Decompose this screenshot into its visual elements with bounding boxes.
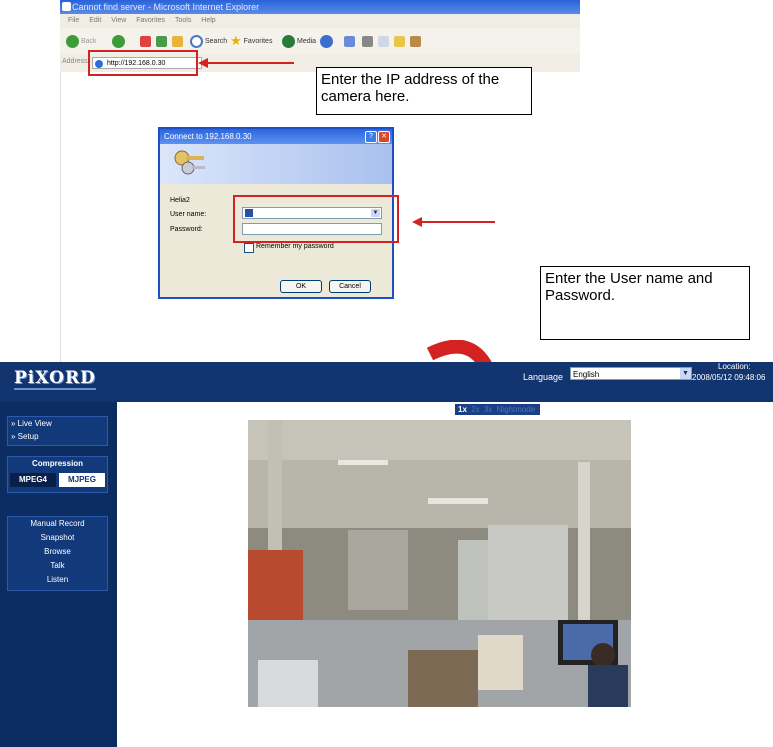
arrow-line bbox=[421, 221, 495, 223]
back-button[interactable]: Back bbox=[66, 34, 97, 48]
dialog-realm: Helia2 bbox=[170, 197, 190, 204]
search-icon bbox=[190, 34, 203, 48]
browser-title-bar: Cannot find server - Microsoft Internet … bbox=[60, 0, 580, 14]
forward-arrow-icon bbox=[112, 34, 125, 48]
media-label: Media bbox=[297, 37, 317, 45]
zoom-links: 1x 2x 3x Nightmode bbox=[455, 404, 541, 415]
cancel-button[interactable]: Cancel bbox=[329, 280, 371, 293]
ip-callout-text: Enter the IP address of the camera here. bbox=[321, 71, 500, 105]
menu-edit[interactable]: Edit bbox=[89, 17, 101, 24]
app-header: PiXORD Language English ▼ Location: 2008… bbox=[0, 362, 773, 402]
close-icon[interactable]: ✕ bbox=[378, 131, 390, 143]
home-icon[interactable] bbox=[172, 36, 183, 47]
menu-tools[interactable]: Tools bbox=[175, 17, 191, 24]
print-icon[interactable] bbox=[362, 36, 373, 47]
edit-icon[interactable] bbox=[378, 36, 389, 47]
browser-title: Cannot find server - Microsoft Internet … bbox=[72, 2, 260, 12]
forward-button[interactable] bbox=[112, 34, 125, 48]
media-button[interactable]: Media bbox=[282, 34, 316, 48]
refresh-icon[interactable] bbox=[156, 36, 167, 47]
dialog-title-bar: Connect to 192.168.0.30 ? ✕ bbox=[160, 129, 392, 144]
password-label: Password: bbox=[170, 226, 203, 233]
live-video-feed[interactable] bbox=[248, 420, 631, 707]
zoom-1x-link[interactable]: 1x bbox=[458, 405, 467, 414]
remember-checkbox[interactable] bbox=[244, 243, 254, 253]
zoom-2x-link[interactable]: 2x bbox=[471, 405, 479, 414]
menu-favorites[interactable]: Favorites bbox=[136, 17, 165, 24]
credentials-highlight-box bbox=[233, 195, 399, 243]
nav-setup[interactable]: » Setup bbox=[8, 430, 107, 443]
search-label: Search bbox=[205, 37, 228, 45]
address-label: Address bbox=[62, 58, 88, 65]
media-icon bbox=[282, 34, 295, 48]
address-highlight-box bbox=[88, 50, 198, 76]
remember-label: Remember my password bbox=[256, 243, 334, 250]
location-label: Location: bbox=[718, 362, 751, 371]
folder-icon[interactable] bbox=[394, 36, 405, 47]
compression-title: Compression bbox=[31, 459, 84, 468]
menu-file[interactable]: File bbox=[68, 17, 79, 24]
talk-button[interactable]: Talk bbox=[8, 559, 107, 573]
location-timestamp: 2008/05/12 09:48:06 bbox=[692, 373, 766, 382]
main-view: 1x 2x 3x Nightmode bbox=[117, 402, 773, 747]
sidebar: » Live View » Setup Compression MPEG4 MJ… bbox=[0, 402, 117, 747]
snapshot-button[interactable]: Snapshot bbox=[8, 531, 107, 545]
compression-mpeg4-button[interactable]: MPEG4 bbox=[10, 473, 56, 487]
language-label: Language bbox=[523, 372, 564, 382]
chevron-down-icon[interactable]: ▼ bbox=[680, 368, 691, 379]
pixord-logo: PiXORD bbox=[14, 368, 96, 388]
logo-underline bbox=[14, 388, 96, 390]
search-button[interactable]: Search bbox=[190, 34, 227, 48]
office-camera-image bbox=[248, 420, 631, 707]
stop-icon[interactable] bbox=[140, 36, 151, 47]
ip-callout: Enter the IP address of the camera here. bbox=[316, 67, 532, 115]
zoom-3x-link[interactable]: 3x bbox=[484, 405, 492, 414]
browser-menu-bar: File Edit View Favorites Tools Help bbox=[60, 14, 580, 28]
listen-button[interactable]: Listen bbox=[8, 573, 107, 587]
browse-button[interactable]: Browse bbox=[8, 545, 107, 559]
actions-group: Manual Record Snapshot Browse Talk Liste… bbox=[7, 516, 108, 591]
ok-button[interactable]: OK bbox=[280, 280, 322, 293]
nightmode-link[interactable]: Nightmode bbox=[497, 405, 536, 414]
star-icon: ★ bbox=[230, 33, 242, 48]
dialog-title: Connect to 192.168.0.30 bbox=[164, 132, 252, 141]
language-select[interactable]: English ▼ bbox=[570, 367, 692, 380]
back-label: Back bbox=[81, 37, 97, 45]
mail-icon[interactable] bbox=[344, 36, 355, 47]
research-icon[interactable] bbox=[410, 36, 421, 47]
back-arrow-icon bbox=[66, 34, 79, 48]
compression-mjpeg-button[interactable]: MJPEG bbox=[59, 473, 105, 487]
dialog-banner bbox=[160, 144, 392, 184]
favorites-button[interactable]: ★ Favorites bbox=[230, 33, 273, 48]
nav-live-view[interactable]: » Live View bbox=[8, 417, 107, 430]
history-icon[interactable] bbox=[320, 35, 333, 48]
language-value: English bbox=[573, 370, 600, 379]
help-icon[interactable]: ? bbox=[365, 131, 377, 143]
camera-web-app: PiXORD Language English ▼ Location: 2008… bbox=[0, 362, 773, 747]
username-label: User name: bbox=[170, 211, 207, 218]
compression-group: Compression MPEG4 MJPEG bbox=[7, 456, 108, 493]
nav-group: » Live View » Setup bbox=[7, 416, 108, 446]
credentials-callout: Enter the User name and Password. bbox=[540, 266, 750, 340]
credentials-callout-text: Enter the User name and Password. bbox=[545, 270, 713, 304]
menu-view[interactable]: View bbox=[111, 17, 126, 24]
arrow-line bbox=[207, 62, 294, 64]
manual-record-button[interactable]: Manual Record bbox=[8, 517, 107, 531]
menu-help[interactable]: Help bbox=[201, 17, 215, 24]
ie-app-icon bbox=[62, 2, 71, 11]
keys-icon bbox=[174, 150, 205, 175]
favorites-label: Favorites bbox=[243, 37, 273, 45]
